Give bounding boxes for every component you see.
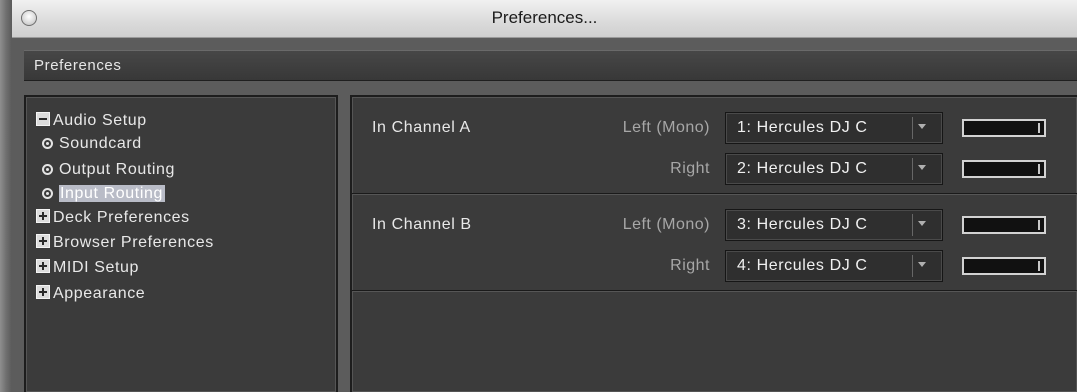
- plus-box-icon[interactable]: [36, 285, 50, 299]
- tree-item-label: Audio Setup: [53, 112, 147, 129]
- radio-dot-icon: [42, 188, 53, 199]
- input-level-meter: [962, 119, 1046, 137]
- tree-item-appearance[interactable]: Appearance: [36, 283, 145, 304]
- radio-dot-icon: [42, 138, 53, 149]
- channel-name: In Channel A: [372, 119, 471, 136]
- input-side-label: Right: [670, 160, 710, 177]
- chevron-down-icon[interactable]: [918, 124, 926, 129]
- input-level-meter: [962, 257, 1046, 275]
- input-level-meter: [962, 160, 1046, 178]
- tree-item-label-selected: Input Routing: [59, 185, 165, 202]
- input-routing-panel: In Channel A Left (Mono) 1: Hercules DJ …: [350, 95, 1077, 392]
- window-titlebar[interactable]: Preferences...: [12, 0, 1077, 38]
- input-side-label: Right: [670, 257, 710, 274]
- section-title: Preferences: [34, 57, 122, 74]
- tree-item-audio-setup[interactable]: Audio Setup: [36, 110, 147, 131]
- plus-box-icon[interactable]: [36, 234, 50, 248]
- input-source-dropdown[interactable]: 1: Hercules DJ C: [725, 112, 943, 144]
- meter-peak-tick: [1038, 123, 1040, 133]
- input-source-dropdown[interactable]: 3: Hercules DJ C: [725, 209, 943, 241]
- meter-peak-tick: [1038, 164, 1040, 174]
- channel-group-b: In Channel B Left (Mono) 3: Hercules DJ …: [352, 194, 1077, 291]
- tree-item-midi-setup[interactable]: MIDI Setup: [36, 257, 139, 278]
- chevron-down-icon[interactable]: [918, 262, 926, 267]
- tree-item-deck-preferences[interactable]: Deck Preferences: [36, 207, 190, 228]
- dropdown-separator: [912, 214, 913, 236]
- minus-box-icon[interactable]: [36, 112, 50, 126]
- tree-item-input-routing[interactable]: Input Routing: [42, 183, 165, 204]
- chevron-down-icon[interactable]: [918, 221, 926, 226]
- input-source-dropdown[interactable]: 4: Hercules DJ C: [725, 250, 943, 282]
- dropdown-value: 1: Hercules DJ C: [737, 119, 868, 136]
- dropdown-value: 4: Hercules DJ C: [737, 257, 868, 274]
- tree-item-label: Deck Preferences: [53, 209, 190, 226]
- input-side-label: Left (Mono): [622, 216, 710, 233]
- channel-group-a: In Channel A Left (Mono) 1: Hercules DJ …: [352, 97, 1077, 194]
- input-source-dropdown[interactable]: 2: Hercules DJ C: [725, 153, 943, 185]
- meter-peak-tick: [1038, 220, 1040, 230]
- preferences-tree: Audio Setup Soundcard Output Routing Inp…: [24, 95, 338, 392]
- tree-item-browser-preferences[interactable]: Browser Preferences: [36, 232, 214, 253]
- input-side-label: Left (Mono): [622, 119, 710, 136]
- window-left-edge: [0, 0, 12, 392]
- input-level-meter: [962, 216, 1046, 234]
- tree-item-label: Browser Preferences: [53, 234, 214, 251]
- plus-box-icon[interactable]: [36, 259, 50, 273]
- channel-name: In Channel B: [372, 216, 472, 233]
- chevron-down-icon[interactable]: [918, 165, 926, 170]
- section-header: Preferences: [24, 50, 1077, 81]
- dropdown-value: 2: Hercules DJ C: [737, 160, 868, 177]
- tree-item-label: Soundcard: [59, 135, 142, 152]
- tree-item-soundcard[interactable]: Soundcard: [42, 133, 142, 154]
- plus-box-icon[interactable]: [36, 209, 50, 223]
- window-title: Preferences...: [491, 8, 598, 27]
- dropdown-value: 3: Hercules DJ C: [737, 216, 868, 233]
- tree-item-label: MIDI Setup: [53, 259, 140, 276]
- meter-peak-tick: [1038, 261, 1040, 271]
- tree-item-label: Appearance: [53, 285, 146, 302]
- dropdown-separator: [912, 117, 913, 139]
- dropdown-separator: [912, 158, 913, 180]
- radio-dot-icon: [42, 164, 53, 175]
- tree-item-output-routing[interactable]: Output Routing: [42, 159, 175, 180]
- dropdown-separator: [912, 255, 913, 277]
- tree-item-label: Output Routing: [59, 161, 176, 178]
